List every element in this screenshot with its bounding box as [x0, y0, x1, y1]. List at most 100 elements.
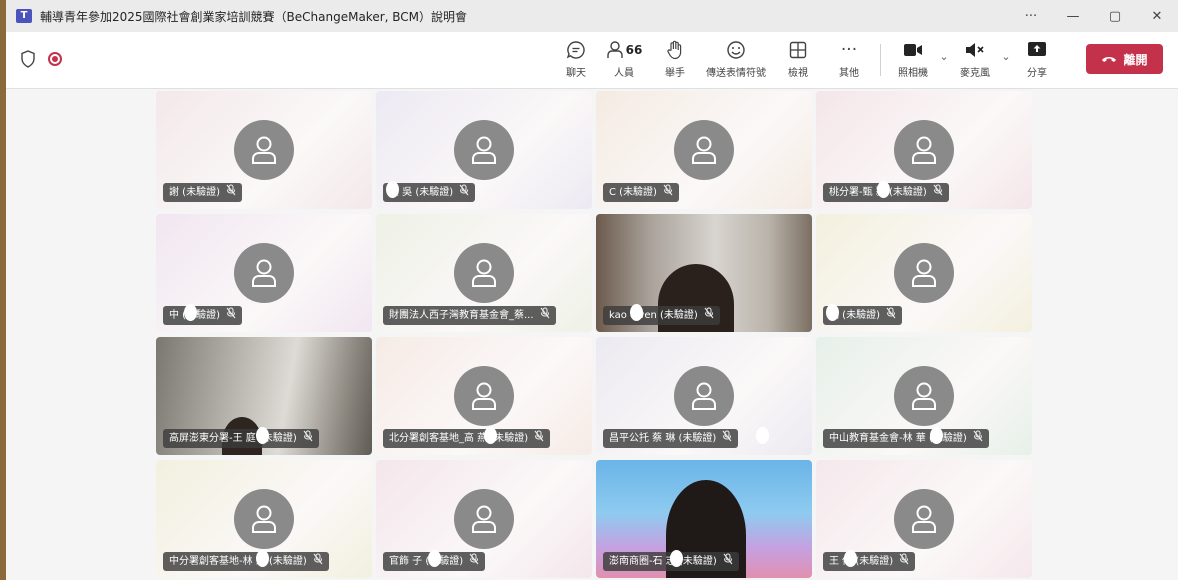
- redaction-mark: [844, 550, 857, 567]
- avatar-placeholder-icon: [234, 243, 294, 303]
- participant-name-tag: 北分署創客基地_高 燕 (未驗證): [383, 429, 551, 448]
- participant-tile[interactable]: 中山教育基金會-林 華 (未驗證): [816, 337, 1032, 455]
- participant-tile[interactable]: 真 吳 (未驗證): [376, 91, 592, 209]
- participant-tile[interactable]: 官飾 子 (未驗證): [376, 460, 592, 578]
- participant-tile[interactable]: 北分署創客基地_高 燕 (未驗證): [376, 337, 592, 455]
- raise-hand-button[interactable]: 舉手: [650, 38, 700, 82]
- mic-muted-icon: [899, 552, 909, 571]
- participant-name-tag: kao owen (未驗證): [603, 306, 720, 325]
- participant-tile[interactable]: 昌平公托 蔡 琳 (未驗證): [596, 337, 812, 455]
- redaction-mark: [256, 427, 269, 444]
- mic-muted-icon: [226, 306, 236, 325]
- participant-name: 中分署創客基地-林 涵 (未驗證): [169, 556, 307, 567]
- participant-tile[interactable]: 中分署創客基地-林 涵 (未驗證): [156, 460, 372, 578]
- shield-icon[interactable]: [20, 50, 36, 68]
- camera-button[interactable]: 照相機: [891, 38, 935, 82]
- more-actions-button[interactable]: ··· 其他: [824, 38, 874, 82]
- more-options-button[interactable]: ···: [1010, 0, 1052, 32]
- participant-tile[interactable]: 桃分署-甄 潁 (未驗證): [816, 91, 1032, 209]
- share-button[interactable]: 分享: [1015, 38, 1059, 82]
- redaction-mark: [386, 181, 399, 198]
- participant-name-tag: 高屏澎東分署-王 庭 (未驗證): [163, 429, 319, 448]
- meeting-toolbar: 聊天 66 人員 舉手 傳送表情符號 檢視 ··· 其他 照相機 ⌄ 麥克風 ⌄…: [6, 32, 1178, 89]
- redaction-mark: [428, 550, 441, 567]
- participant-name: 中山教育基金會-林 華 (未驗證): [829, 433, 967, 444]
- mic-muted-icon: [226, 183, 236, 202]
- participant-grid: 謝 (未驗證) 真 吳 (未驗證) C (未驗證) 桃分署-甄 潁 (未驗證) 中 (未…: [156, 91, 1032, 578]
- share-screen-icon: [1027, 38, 1047, 62]
- ellipsis-icon: ···: [840, 40, 858, 60]
- chat-button[interactable]: 聊天: [554, 38, 598, 82]
- camera-icon: [903, 38, 923, 62]
- view-button[interactable]: 檢視: [772, 38, 824, 82]
- avatar-placeholder-icon: [454, 120, 514, 180]
- participant-tile[interactable]: 涵 (未驗證): [816, 214, 1032, 332]
- redaction-mark: [826, 304, 839, 321]
- people-icon: 66: [606, 38, 642, 62]
- redaction-mark: [484, 427, 497, 444]
- participant-tile[interactable]: 王 伸 (未驗證): [816, 460, 1032, 578]
- avatar-placeholder-icon: [234, 489, 294, 549]
- grid-view-icon: [789, 38, 807, 62]
- speaker-muted-icon: [964, 38, 986, 62]
- participant-tile[interactable]: C (未驗證): [596, 91, 812, 209]
- participant-name-tag: 王 伸 (未驗證): [823, 552, 916, 571]
- leave-button[interactable]: 離開: [1086, 44, 1163, 74]
- redaction-mark: [930, 427, 943, 444]
- participant-tile[interactable]: 高屏澎東分署-王 庭 (未驗證): [156, 337, 372, 455]
- participant-tile[interactable]: 財團法人西子灣教育基金會_蔡...: [376, 214, 592, 332]
- phone-hangup-icon: [1102, 57, 1117, 62]
- teams-meeting-window: T 輔導青年參加2025國際社會創業家培訓競賽（BeChangeMaker, B…: [6, 0, 1178, 580]
- chat-icon: [566, 38, 586, 62]
- participant-name: 謝 (未驗證): [169, 187, 220, 198]
- send-reaction-button[interactable]: 傳送表情符號: [700, 38, 772, 82]
- avatar-placeholder-icon: [894, 243, 954, 303]
- avatar-placeholder-icon: [894, 489, 954, 549]
- recording-indicator-icon[interactable]: [48, 52, 62, 66]
- window-controls: ··· — ▢ ✕: [1010, 0, 1178, 32]
- people-button[interactable]: 66 人員: [598, 38, 650, 82]
- avatar-placeholder-icon: [454, 243, 514, 303]
- microphone-button[interactable]: 麥克風: [953, 38, 997, 82]
- camera-options-chevron-icon[interactable]: ⌄: [935, 50, 953, 63]
- participant-name-tag: 謝 (未驗證): [163, 183, 242, 202]
- redaction-mark: [877, 181, 890, 198]
- redaction-mark: [756, 427, 769, 444]
- mic-muted-icon: [886, 306, 896, 325]
- mic-muted-icon: [459, 183, 469, 202]
- redaction-mark: [670, 550, 683, 567]
- participant-name: 官飾 子 (未驗證): [389, 556, 464, 567]
- redaction-mark: [256, 550, 269, 567]
- close-button[interactable]: ✕: [1136, 0, 1178, 32]
- participant-tile[interactable]: 澎南商圈-石 志 (未驗證): [596, 460, 812, 578]
- redaction-mark: [184, 304, 197, 321]
- participant-name: 澎南商圈-石 志 (未驗證): [609, 556, 717, 567]
- video-stage: 謝 (未驗證) 真 吳 (未驗證) C (未驗證) 桃分署-甄 潁 (未驗證) 中 (未…: [6, 89, 1178, 580]
- mic-muted-icon: [540, 306, 550, 325]
- mic-muted-icon: [933, 183, 943, 202]
- participant-name-tag: 中 (未驗證): [163, 306, 242, 325]
- emoji-icon: [726, 38, 746, 62]
- avatar-placeholder-icon: [674, 366, 734, 426]
- participant-name: 王 伸 (未驗證): [829, 556, 894, 567]
- mic-muted-icon: [723, 552, 733, 571]
- participant-name: 昌平公托 蔡 琳 (未驗證): [609, 433, 717, 444]
- toolbar-divider: [880, 44, 881, 76]
- mic-muted-icon: [303, 429, 313, 448]
- microphone-options-chevron-icon[interactable]: ⌄: [997, 50, 1015, 63]
- teams-logo-icon: T: [16, 9, 32, 23]
- participant-name: 北分署創客基地_高 燕 (未驗證): [389, 433, 529, 444]
- participant-tile[interactable]: 中 (未驗證): [156, 214, 372, 332]
- participant-tile[interactable]: kao owen (未驗證): [596, 214, 812, 332]
- participant-name-tag: 中分署創客基地-林 涵 (未驗證): [163, 552, 329, 571]
- mic-muted-icon: [534, 429, 544, 448]
- participant-name: 財團法人西子灣教育基金會_蔡...: [389, 310, 534, 321]
- avatar-placeholder-icon: [454, 366, 514, 426]
- avatar-placeholder-icon: [454, 489, 514, 549]
- restore-button[interactable]: ▢: [1094, 0, 1136, 32]
- participant-tile[interactable]: 謝 (未驗證): [156, 91, 372, 209]
- participant-name-tag: C (未驗證): [603, 183, 679, 202]
- mic-muted-icon: [469, 552, 479, 571]
- minimize-button[interactable]: —: [1052, 0, 1094, 32]
- participant-name: C (未驗證): [609, 187, 657, 198]
